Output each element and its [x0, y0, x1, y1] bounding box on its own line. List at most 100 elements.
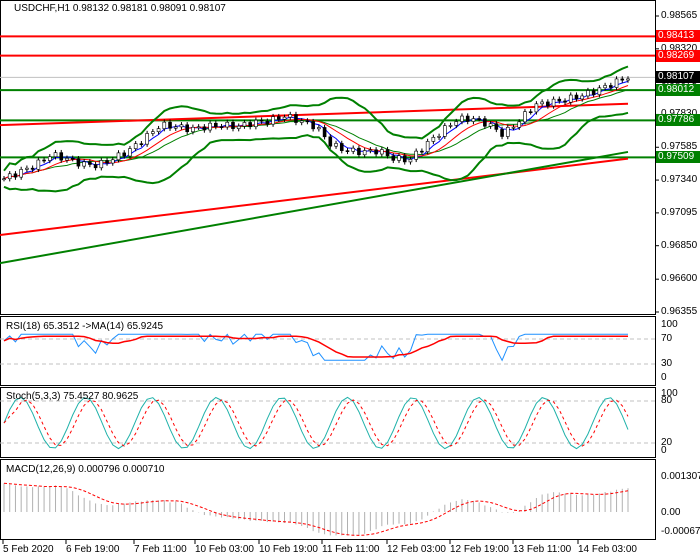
- candle-body: [122, 152, 127, 157]
- candle-body: [465, 115, 470, 122]
- candle-body: [59, 152, 64, 161]
- candle-body: [42, 159, 46, 162]
- price-tick: 0.96600: [661, 273, 698, 285]
- candle-body: [597, 87, 602, 95]
- candle-body: [563, 100, 567, 103]
- rsi-tick: 0: [661, 372, 667, 383]
- candle-body: [374, 149, 378, 155]
- candle-body: [185, 124, 189, 133]
- candle-body: [568, 94, 573, 103]
- candle-body: [88, 161, 92, 165]
- candle-body: [620, 78, 625, 81]
- time-label: 12 Feb 03:00: [387, 544, 446, 555]
- rsi-tick: 70: [661, 333, 673, 344]
- candle-body: [626, 78, 630, 81]
- candle-body: [225, 121, 230, 128]
- candle-body: [517, 121, 522, 128]
- candle-body: [19, 169, 23, 178]
- candle-body: [580, 95, 585, 100]
- candle-body: [288, 114, 293, 118]
- price-tick: 0.96850: [661, 239, 698, 251]
- candle-body: [328, 136, 333, 147]
- time-label: 6 Feb 19:00: [66, 544, 120, 555]
- candle-body: [443, 125, 447, 137]
- candle-body: [523, 111, 527, 123]
- candle-body: [105, 160, 109, 164]
- candle-body: [488, 123, 493, 127]
- candle-body: [574, 94, 579, 100]
- candle-body: [248, 122, 252, 128]
- time-label: 10 Feb 03:00: [195, 544, 254, 555]
- candle-body: [36, 159, 41, 170]
- candle-body: [70, 157, 75, 160]
- moving-average: [3, 80, 629, 180]
- candle-body: [397, 155, 401, 161]
- macd-label: MACD(12,26,9) 0.000796 0.000710: [6, 464, 165, 475]
- candle-body: [431, 136, 436, 142]
- candle-body: [420, 150, 424, 153]
- candle-body: [603, 85, 607, 89]
- time-label: 10 Feb 19:00: [259, 544, 318, 555]
- candle-body: [299, 120, 304, 123]
- macd-tick: 0.001307: [661, 471, 700, 482]
- candle-body: [168, 121, 172, 129]
- candle-body: [65, 157, 69, 161]
- candle-body: [139, 143, 144, 145]
- current-price-tag: 0.98107: [656, 71, 700, 84]
- candle-body: [128, 148, 132, 157]
- level-tag: 0.98413: [656, 30, 700, 43]
- candle-body: [586, 90, 590, 97]
- time-label: 5 Feb 2020: [3, 544, 54, 555]
- chart-canvas[interactable]: [0, 0, 700, 560]
- candle-body: [477, 118, 481, 120]
- candle-body: [173, 126, 178, 129]
- candle-body: [448, 125, 453, 127]
- candle-body: [540, 101, 544, 105]
- candle-body: [282, 116, 287, 120]
- candle-body: [528, 111, 533, 113]
- rsi-tick: 30: [661, 358, 673, 369]
- candle-body: [505, 127, 510, 137]
- candle-body: [53, 152, 58, 158]
- rsi-line: [3, 333, 628, 362]
- candle-body: [25, 167, 29, 170]
- candle-body: [317, 127, 321, 130]
- candle-body: [179, 124, 184, 128]
- candle-body: [2, 178, 6, 181]
- time-label: 13 Feb 11:00: [513, 544, 572, 555]
- candle-body: [271, 116, 275, 125]
- candle-body: [402, 155, 407, 163]
- candle-body: [591, 90, 596, 95]
- macd-signal-line: [3, 482, 629, 536]
- candle-body: [156, 128, 161, 132]
- candle-body: [546, 101, 550, 107]
- stoch-tick: 0: [661, 445, 667, 456]
- candle-body: [414, 150, 418, 160]
- stoch-label: Stoch(5,3,3) 75.4527 80.9625: [6, 391, 139, 402]
- price-tick: 0.96355: [661, 306, 698, 317]
- macd-tick: -0.000679: [661, 526, 700, 537]
- candle-body: [242, 122, 247, 127]
- level-tag: 0.98269: [656, 49, 700, 62]
- candle-body: [93, 164, 98, 169]
- candle-body: [362, 150, 367, 156]
- candle-body: [151, 131, 155, 134]
- candle-body: [345, 150, 350, 152]
- candle-body: [162, 121, 167, 129]
- candle-body: [494, 123, 499, 130]
- candle-body: [380, 149, 384, 155]
- candle-body: [13, 173, 18, 178]
- candle-body: [236, 125, 241, 129]
- candle-body: [334, 143, 338, 147]
- candle-body: [534, 103, 539, 113]
- candle-body: [511, 126, 516, 129]
- candle-body: [408, 159, 413, 163]
- candle-body: [99, 160, 104, 169]
- candle-body: [30, 167, 35, 170]
- candle-body: [391, 155, 396, 161]
- trendline: [0, 157, 629, 236]
- candle-body: [145, 133, 149, 145]
- rsi-tick: 100: [661, 319, 678, 330]
- candle-body: [294, 114, 298, 123]
- price-tick: 0.97340: [661, 174, 698, 186]
